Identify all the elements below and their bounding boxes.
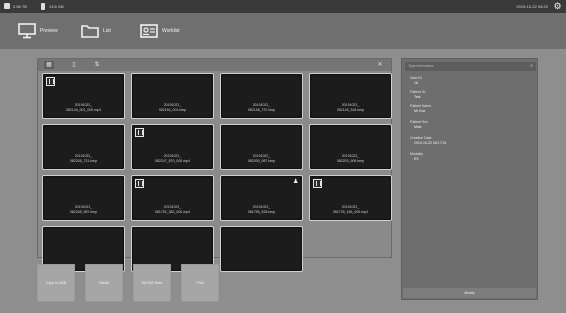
modify-button[interactable]: Modify [403,288,536,298]
nav-list-label: List [103,28,111,34]
thumbnail-name-line1: 20191022_ [74,205,93,209]
thumbnail-name-line2: 082145_516.bmp [336,108,365,112]
status-bar: 2.56 TB 13.6 GB 2019-10-22 08:22 ⚙ [0,0,566,13]
nav-worklist[interactable]: Worklist [140,22,180,40]
thumbnail-name-line2: 082144_001_000.mp4 [65,108,102,112]
info-panel: Type information ⌕ Date ID 16 Patient ID Te… [401,58,538,300]
thumbnail-name-line2: 081752_382_000.mp4 [154,210,191,214]
info-field-value: Test [414,95,421,99]
thumbnail-name-line2: 082247_870_000.mp4 [154,159,191,163]
grid-view-icon[interactable]: ▦ [44,61,54,69]
info-search-placeholder: Type information [408,64,434,68]
info-field-value: Mr Doe [414,109,426,113]
person-icon: ♟ [293,179,299,185]
delete-button[interactable]: Delete [85,264,123,302]
thumbnail-grid: ▦ ▯ ⇅ ✕ 20191022_ 082144_001_000.mp4 20191… [37,58,392,272]
info-field: Creation Date 2019-10-22 08:17:24 [410,136,447,146]
info-search-input[interactable]: Type information ⌕ [405,62,536,71]
thumbnail-name-line1: 20191022_ [341,154,360,158]
thumbnail-name-line2: 082205_721.bmp [69,159,98,163]
info-field: Patient Name Mr Doe [410,104,431,114]
folder-icon [81,25,99,38]
thumbnail-name-line1: 20191022_ [163,154,182,158]
print-button[interactable]: Print [181,264,219,302]
film-strip-icon [135,128,144,137]
thumbnail-name-line2: 082148_737.bmp [247,108,276,112]
close-icon[interactable]: ✕ [375,61,385,69]
thumbnail-name-line1: 20191022_ [252,103,271,107]
thumbnail-name-line1: 20191022_ [341,205,360,209]
thumbnail-name-line1: 20191022_ [163,103,182,107]
thumbnail-name-line1: 20191022_ [252,205,271,209]
thumbnail-item[interactable] [220,226,303,272]
info-field-value: 16 [414,81,418,85]
storage-capacity: 13.6 GB [49,4,64,9]
monitor-icon [18,23,36,39]
info-field: Patient Sex Male [410,120,428,130]
thumbnail-item[interactable]: 20191022_ 082205_721.bmp [42,124,125,170]
thumbnail-item[interactable]: 20191022_ 082200_987.bmp [220,124,303,170]
sort-icon[interactable]: ⇅ [92,61,102,69]
thumbnail-item[interactable]: 20191022_ 082247_870_000.mp4 [131,124,214,170]
nav-preview-label: Preview [40,28,58,34]
grid-toolbar: ▦ ▯ ⇅ ✕ [38,59,391,71]
thumbnail-name-line2: 082200_987.bmp [247,159,276,163]
nav-list[interactable]: List [81,22,111,40]
thumbnail-item[interactable]: 20191022_ 082148_737.bmp [220,73,303,119]
info-field: Patient ID Test [410,90,425,100]
nav-bar: Preview List Worklist [0,13,566,49]
datetime: 2019-10-22 08:22 [516,4,548,9]
dicom-store-button[interactable]: DICOM Store [133,264,171,302]
thumbnail-name-line2: 081725_166_000.mp4 [332,210,369,214]
film-strip-icon [313,179,322,188]
thumbnail-name-line1: 20191022_ [74,154,93,158]
thumbnail-item[interactable]: ♟ 20191022_ 081755_525.bmp [220,175,303,221]
thumbnail-item[interactable]: 20191022_ 082144_001_000.mp4 [42,73,125,119]
thumbnail-name-line1: 20191022_ [163,205,182,209]
nav-worklist-label: Worklist [162,28,180,34]
copy-to-usb-button[interactable]: Copy to USB [37,264,75,302]
thumbnail-name-line2: 081755_525.bmp [247,210,276,214]
battery-icon [41,3,45,10]
thumbnail-name-line2: 082248_987.bmp [69,210,98,214]
worklist-icon [140,24,158,38]
thumbnail-name-line2: 082154_001.bmp [158,108,187,112]
thumbnail-item[interactable]: 20191022_ 082203_909.bmp [309,124,392,170]
nav-preview[interactable]: Preview [18,22,58,40]
film-strip-icon [135,179,144,188]
film-strip-icon [46,77,55,86]
info-field: Date ID 16 [410,76,422,86]
gear-icon[interactable]: ⚙ [553,2,562,11]
info-field-value: 2019-10-22 08:17:24 [414,141,447,145]
thumbnail-item[interactable]: 20191022_ 082154_001.bmp [131,73,214,119]
thumbnail-name-line2: 082203_909.bmp [336,159,365,163]
thumbnail-item[interactable]: 20191022_ 082145_516.bmp [309,73,392,119]
thumbnail-item[interactable]: 20191022_ 081752_382_000.mp4 [131,175,214,221]
thumbnail-item[interactable]: 20191022_ 081725_166_000.mp4 [309,175,392,221]
document-icon[interactable]: ▯ [69,61,79,69]
search-icon: ⌕ [530,63,533,69]
thumbnail-item[interactable]: 20191022_ 082248_987.bmp [42,175,125,221]
usb-drive-icon [4,3,10,9]
info-field: Modality ES [410,152,423,162]
info-field-value: ES [414,157,419,161]
thumbnail-name-line1: 20191022_ [341,103,360,107]
usb-capacity: 2.56 TB [13,4,27,9]
thumbnail-name-line1: 20191022_ [252,154,271,158]
thumbnail-name-line1: 20191022_ [74,103,93,107]
info-field-value: Male [414,125,422,129]
